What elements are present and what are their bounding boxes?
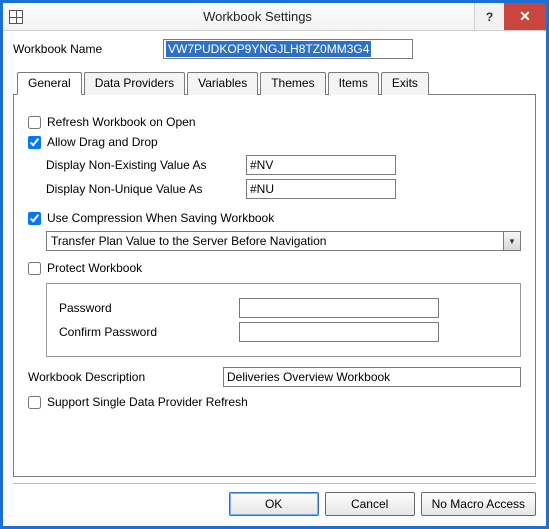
app-icon <box>3 3 29 30</box>
content-area: Workbook Name VW7PUDKOP9YNGJLH8TZ0MM3G4 … <box>3 31 546 483</box>
non-unique-row: Display Non-Unique Value As <box>46 179 521 199</box>
description-row: Workbook Description <box>28 367 521 387</box>
workbook-name-value: VW7PUDKOP9YNGJLH8TZ0MM3G4 <box>166 41 371 57</box>
support-single-checkbox[interactable] <box>28 396 41 409</box>
tab-data-providers[interactable]: Data Providers <box>84 72 185 95</box>
tab-panel-general: Refresh Workbook on Open Allow Drag and … <box>13 94 536 477</box>
allow-drag-drop-label: Allow Drag and Drop <box>47 135 158 149</box>
protect-workbook-checkbox[interactable] <box>28 262 41 275</box>
non-existing-input[interactable] <box>246 155 396 175</box>
ok-button[interactable]: OK <box>229 492 319 516</box>
allow-drag-drop-row: Allow Drag and Drop <box>28 135 521 149</box>
confirm-password-row: Confirm Password <box>59 322 508 342</box>
protect-workbook-label: Protect Workbook <box>47 261 142 275</box>
workbook-name-label: Workbook Name <box>13 42 163 56</box>
description-label: Workbook Description <box>28 370 223 384</box>
non-existing-label: Display Non-Existing Value As <box>46 158 246 172</box>
confirm-password-input[interactable] <box>239 322 439 342</box>
description-input[interactable] <box>223 367 521 387</box>
allow-drag-drop-checkbox[interactable] <box>28 136 41 149</box>
refresh-on-open-label: Refresh Workbook on Open <box>47 115 196 129</box>
help-button[interactable]: ? <box>474 3 504 30</box>
non-unique-input[interactable] <box>246 179 396 199</box>
non-unique-label: Display Non-Unique Value As <box>46 182 246 196</box>
refresh-on-open-checkbox[interactable] <box>28 116 41 129</box>
tab-strip: General Data Providers Variables Themes … <box>13 71 536 94</box>
password-input[interactable] <box>239 298 439 318</box>
window-controls: ? ✕ <box>474 3 546 30</box>
password-group: Password Confirm Password <box>46 283 521 357</box>
tab-items[interactable]: Items <box>328 72 379 95</box>
tab-general[interactable]: General <box>17 72 82 95</box>
support-single-label: Support Single Data Provider Refresh <box>47 395 248 409</box>
title-bar: Workbook Settings ? ✕ <box>3 3 546 31</box>
non-existing-row: Display Non-Existing Value As <box>46 155 521 175</box>
tab-themes[interactable]: Themes <box>260 72 325 95</box>
transfer-plan-select[interactable]: Transfer Plan Value to the Server Before… <box>46 231 521 251</box>
protect-workbook-row: Protect Workbook <box>28 261 521 275</box>
use-compression-row: Use Compression When Saving Workbook <box>28 211 521 225</box>
cancel-button[interactable]: Cancel <box>325 492 415 516</box>
grid-icon <box>9 10 23 24</box>
tab-exits[interactable]: Exits <box>381 72 429 95</box>
close-button[interactable]: ✕ <box>504 3 546 30</box>
window-title: Workbook Settings <box>29 3 546 30</box>
password-label: Password <box>59 301 239 315</box>
refresh-on-open-row: Refresh Workbook on Open <box>28 115 521 129</box>
workbook-name-input[interactable]: VW7PUDKOP9YNGJLH8TZ0MM3G4 <box>163 39 413 59</box>
chevron-down-icon: ▼ <box>503 232 520 250</box>
transfer-plan-row: Transfer Plan Value to the Server Before… <box>46 231 521 251</box>
use-compression-checkbox[interactable] <box>28 212 41 225</box>
use-compression-label: Use Compression When Saving Workbook <box>47 211 274 225</box>
tab-variables[interactable]: Variables <box>187 72 258 95</box>
workbook-name-row: Workbook Name VW7PUDKOP9YNGJLH8TZ0MM3G4 <box>13 39 536 59</box>
confirm-password-label: Confirm Password <box>59 325 239 339</box>
transfer-plan-value: Transfer Plan Value to the Server Before… <box>47 232 503 250</box>
no-macro-access-button[interactable]: No Macro Access <box>421 492 536 516</box>
dialog-footer: OK Cancel No Macro Access <box>3 484 546 526</box>
password-row: Password <box>59 298 508 318</box>
support-single-row: Support Single Data Provider Refresh <box>28 395 521 409</box>
